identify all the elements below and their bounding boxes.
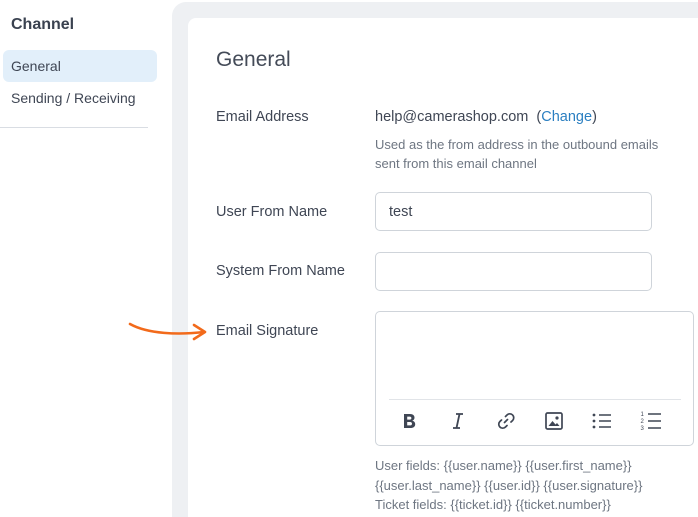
email-signature-label: Email Signature	[216, 323, 319, 339]
email-address-value-row: help@camerashop.com (Change)	[375, 109, 597, 125]
email-signature-editor: 123	[375, 311, 694, 446]
email-address-value: help@camerashop.com	[375, 109, 529, 125]
italic-icon[interactable]	[445, 408, 471, 434]
bold-icon[interactable]	[396, 408, 422, 434]
sidebar-title: Channel	[11, 16, 75, 33]
placeholder-line-user-2: {{user.last_name}} {{user.id}} {{user.si…	[375, 477, 643, 493]
sidebar: Channel General Sending / Receiving	[0, 0, 160, 517]
user-from-name-input[interactable]	[375, 192, 652, 231]
annotation-arrow-icon	[128, 322, 207, 341]
email-address-help: Used as the from address in the outbound…	[375, 137, 659, 171]
placeholder-line-ticket: Ticket fields: {{ticket.id}} {{ticket.nu…	[375, 497, 611, 512]
system-from-name-input[interactable]	[375, 252, 652, 291]
sidebar-item-general[interactable]: General	[3, 50, 157, 82]
close-paren: )	[592, 109, 597, 125]
bullet-list-icon[interactable]	[589, 408, 615, 434]
sidebar-divider	[0, 127, 148, 128]
change-email-link[interactable]: Change	[541, 109, 592, 125]
system-from-name-label: System From Name	[216, 263, 345, 279]
svg-text:1: 1	[641, 412, 645, 418]
user-from-name-label: User From Name	[216, 204, 328, 220]
editor-toolbar-divider	[389, 399, 681, 400]
page-title: General	[216, 48, 291, 71]
svg-text:2: 2	[641, 419, 645, 425]
email-address-label: Email Address	[216, 109, 309, 125]
sidebar-item-sending-receiving[interactable]: Sending / Receiving	[3, 82, 157, 114]
link-icon[interactable]	[493, 408, 519, 434]
signature-placeholder-help: User fields: {{user.name}} {{user.first_…	[375, 456, 695, 515]
placeholder-line-user-1: User fields: {{user.name}} {{user.first_…	[375, 458, 632, 473]
email-signature-text-area[interactable]	[376, 312, 693, 398]
svg-text:3: 3	[641, 426, 645, 432]
numbered-list-icon[interactable]: 123	[638, 408, 664, 434]
image-icon[interactable]	[541, 408, 567, 434]
